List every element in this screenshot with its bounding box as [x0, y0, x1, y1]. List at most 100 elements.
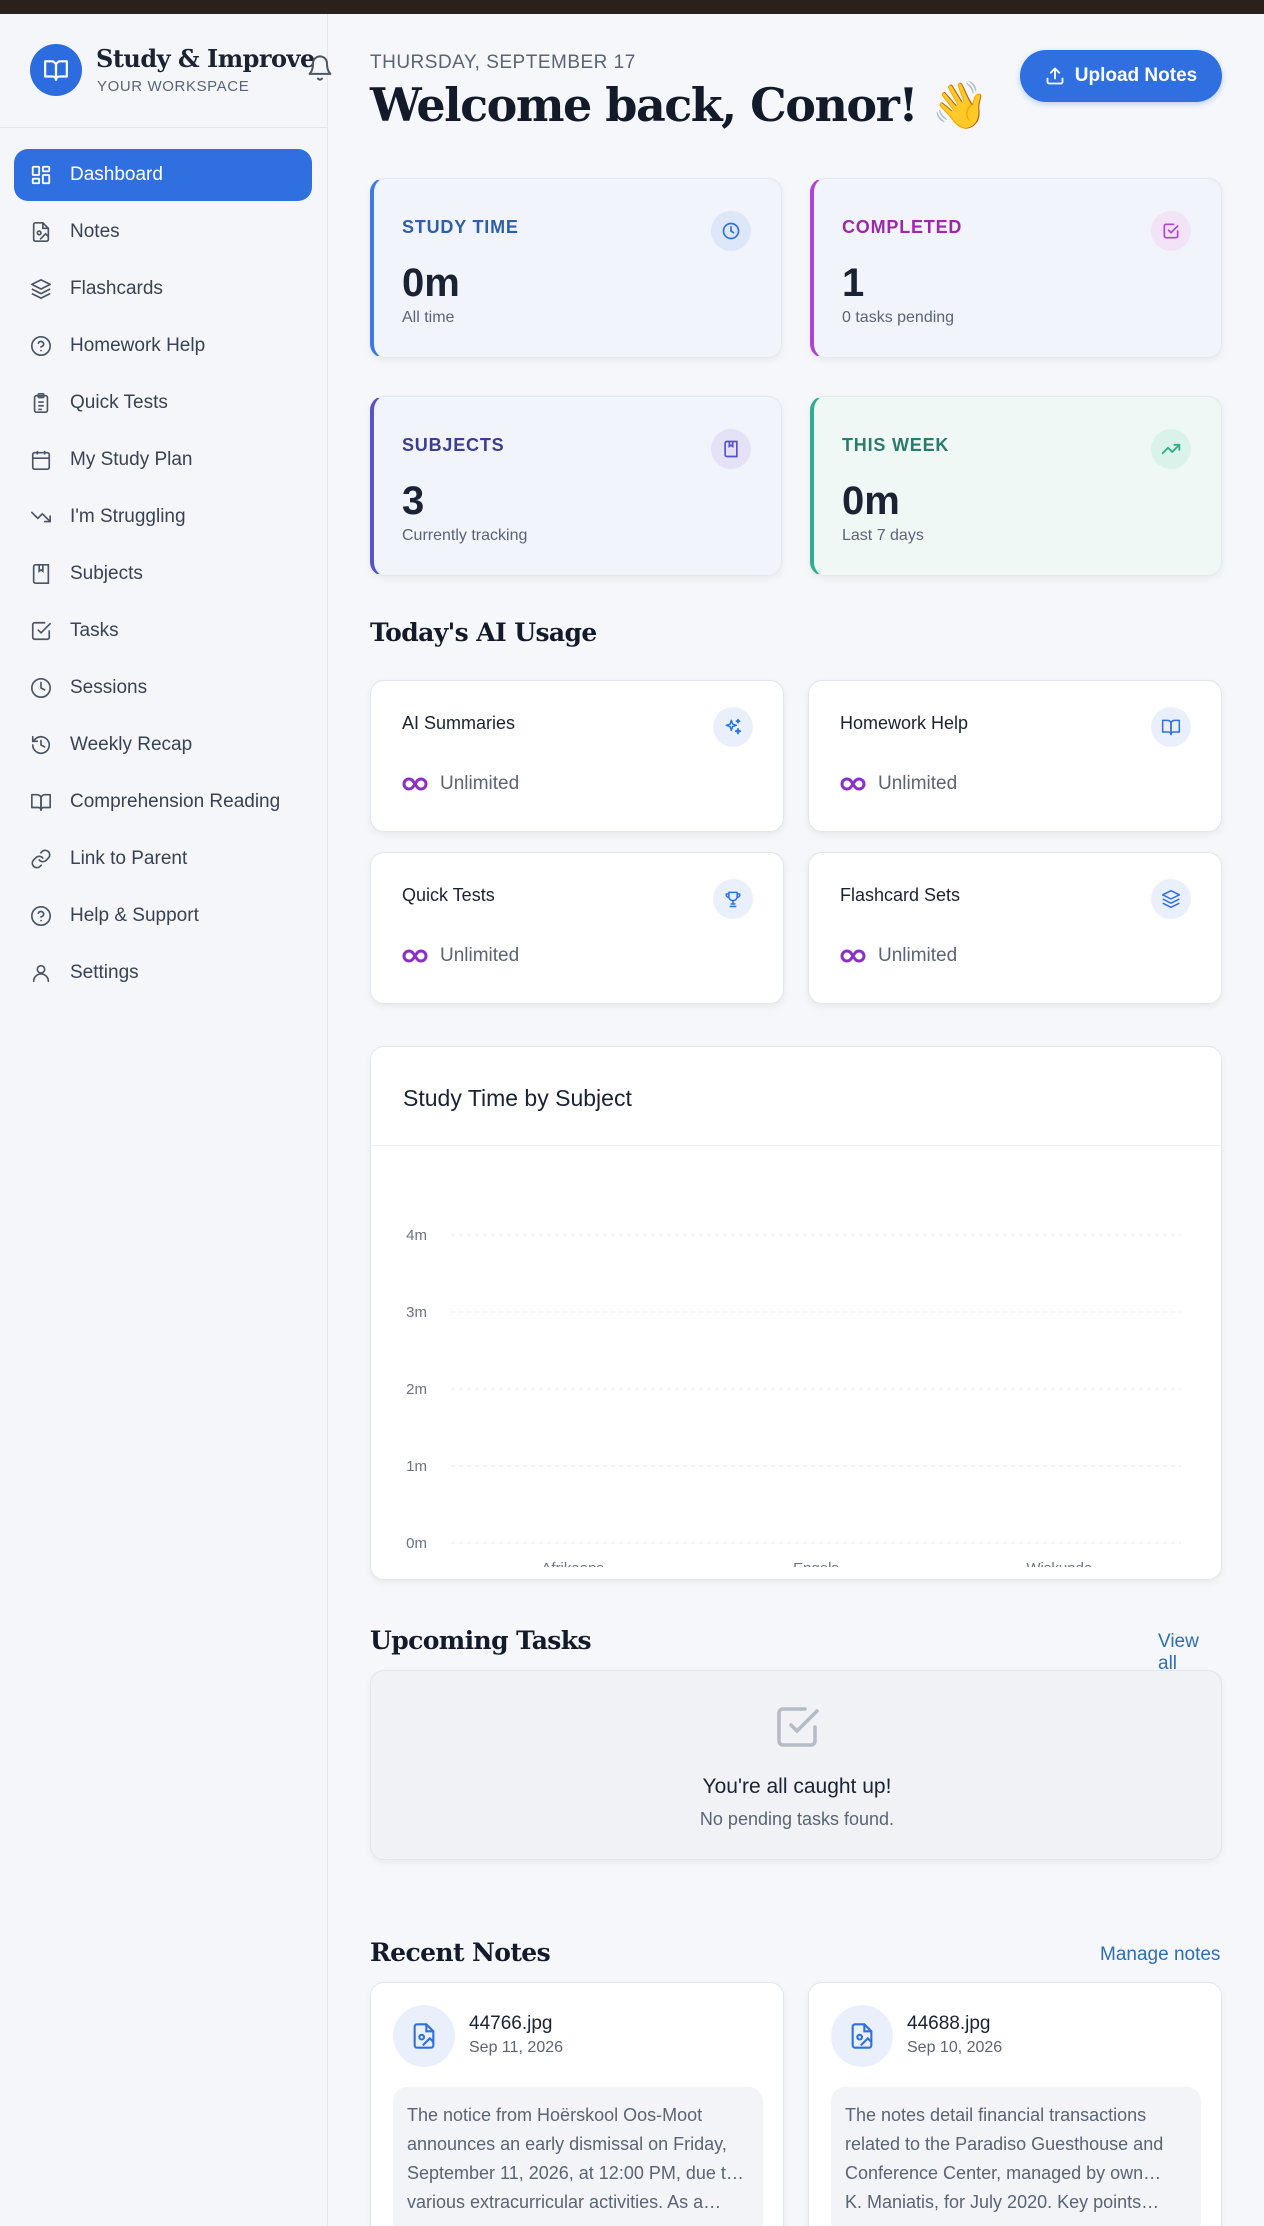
- manage-notes-link[interactable]: Manage notes: [1100, 1944, 1220, 1966]
- brand[interactable]: Study & Improve YOUR WORKSPACE: [28, 40, 318, 110]
- empty-subtitle: No pending tasks found.: [699, 1809, 895, 1829]
- infinity-icon: [402, 949, 428, 963]
- stat-value: 0m: [842, 479, 900, 523]
- note-preview-line: announces an early dismissal on Friday,: [407, 2134, 727, 2154]
- x-tick-label: Afrikaans: [541, 1560, 604, 1567]
- stat-label: STUDY TIME: [402, 217, 519, 237]
- sidebar-divider: [0, 127, 328, 128]
- sidebar-item-struggling[interactable]: I'm Struggling: [14, 491, 312, 543]
- stat-card-completed[interactable]: COMPLETED 1 0 tasks pending: [810, 178, 1222, 358]
- sidebar-item-label: Link to Parent: [70, 848, 188, 869]
- note-card[interactable]: 44766.jpg Sep 11, 2026 The notice from H…: [370, 1982, 784, 2226]
- stat-label: THIS WEEK: [842, 435, 950, 455]
- checkbox-icon: [773, 1703, 821, 1756]
- layers-icon: [28, 276, 54, 302]
- note-file-icon: [28, 219, 54, 245]
- infinity-icon: [840, 777, 866, 791]
- usage-value-text: Unlimited: [440, 945, 520, 966]
- usage-label: AI Summaries: [402, 713, 516, 733]
- sidebar-item-quick-tests[interactable]: Quick Tests: [14, 377, 312, 429]
- note-preview-line: various extracurricular activities. As a…: [407, 2192, 722, 2212]
- note-preview: The notes detail financial transactions …: [831, 2087, 1201, 2226]
- note-date: Sep 11, 2026: [469, 2039, 564, 2056]
- sidebar-item-help-support[interactable]: Help & Support: [14, 890, 312, 942]
- sidebar-item-dashboard[interactable]: Dashboard: [14, 149, 312, 201]
- y-tick-label: 0m: [406, 1535, 427, 1552]
- history-icon: [28, 732, 54, 758]
- usage-value: Unlimited: [402, 945, 519, 967]
- stat-value: 1: [842, 261, 865, 305]
- clock-icon: [28, 675, 54, 701]
- x-tick-label: Engels: [793, 1560, 839, 1567]
- note-preview-line: The notes detail financial transactions: [845, 2105, 1147, 2125]
- window-top-bar: [0, 0, 1264, 14]
- brand-subtitle: YOUR WORKSPACE: [97, 78, 250, 95]
- sidebar-item-subjects[interactable]: Subjects: [14, 548, 312, 600]
- upcoming-tasks-heading: Upcoming Tasks: [370, 1626, 592, 1655]
- sidebar-item-homework-help[interactable]: Homework Help: [14, 320, 312, 372]
- sidebar-item-link-to-parent[interactable]: Link to Parent: [14, 833, 312, 885]
- usage-label: Quick Tests: [402, 885, 495, 905]
- layers-icon: [1151, 879, 1191, 919]
- empty-title: You're all caught up!: [702, 1775, 892, 1798]
- welcome-heading: Welcome back, Conor! 👋: [370, 78, 989, 132]
- calendar-icon: [28, 447, 54, 473]
- sidebar-item-study-plan[interactable]: My Study Plan: [14, 434, 312, 486]
- note-card[interactable]: 44688.jpg Sep 10, 2026 The notes detail …: [808, 1982, 1222, 2226]
- sidebar-item-tasks[interactable]: Tasks: [14, 605, 312, 657]
- infinity-icon: [402, 777, 428, 791]
- stat-subtext: Currently tracking: [402, 527, 528, 544]
- check-square-icon: [1151, 211, 1191, 251]
- sidebar-item-notes[interactable]: Notes: [14, 206, 312, 258]
- open-book-logo-icon: [30, 44, 82, 96]
- note-preview-line: K. Maniatis, for July 2020. Key points…: [845, 2192, 1160, 2212]
- note-preview-line: related to the Paradiso Guesthouse and: [845, 2134, 1164, 2154]
- stat-card-study-time[interactable]: STUDY TIME 0m All time: [370, 178, 782, 358]
- sidebar-nav: Dashboard Notes Flashcards Homework Help…: [14, 149, 312, 1004]
- usage-card-ai-summaries[interactable]: AI Summaries Unlimited: [370, 680, 784, 832]
- sidebar-item-label: Subjects: [70, 563, 143, 584]
- sidebar-item-flashcards[interactable]: Flashcards: [14, 263, 312, 315]
- y-tick-label: 2m: [406, 1381, 427, 1398]
- sidebar-item-label: Weekly Recap: [70, 734, 193, 755]
- trending-up-icon: [1151, 429, 1191, 469]
- sidebar-item-comprehension-reading[interactable]: Comprehension Reading: [14, 776, 312, 828]
- usage-label: Flashcard Sets: [840, 885, 961, 905]
- clipboard-icon: [28, 390, 54, 416]
- note-date: Sep 10, 2026: [907, 2039, 1003, 2056]
- link-icon: [28, 846, 54, 872]
- usage-card-flashcard-sets[interactable]: Flashcard Sets Unlimited: [808, 852, 1222, 1004]
- infinity-icon: [840, 949, 866, 963]
- usage-card-quick-tests[interactable]: Quick Tests Unlimited: [370, 852, 784, 1004]
- note-preview-line: The notice from Hoërskool Oos-Moot: [407, 2105, 703, 2125]
- sidebar-item-label: Quick Tests: [70, 392, 168, 413]
- brand-title: Study & Improve: [96, 44, 315, 73]
- stat-card-this-week[interactable]: THIS WEEK 0m Last 7 days: [810, 396, 1222, 576]
- upload-notes-button[interactable]: Upload Notes: [1020, 50, 1222, 102]
- upload-icon: [1046, 67, 1064, 85]
- sidebar-item-label: Tasks: [70, 620, 119, 641]
- upload-notes-label: Upload Notes: [1074, 65, 1198, 86]
- study-time-chart-card: Study Time by Subject 0m 1m 2m 3m 4m Afrikaan…: [370, 1046, 1222, 1580]
- stat-card-subjects[interactable]: SUBJECTS 3 Currently tracking: [370, 396, 782, 576]
- sidebar-item-label: Help & Support: [70, 905, 199, 926]
- usage-value: Unlimited: [840, 945, 957, 967]
- usage-value-text: Unlimited: [878, 773, 958, 794]
- chart-divider: [371, 1145, 1221, 1146]
- sidebar-item-label: Sessions: [70, 677, 148, 698]
- note-preview: The notice from Hoërskool Oos-Moot annou…: [393, 2087, 763, 2226]
- sidebar-item-label: Dashboard: [70, 164, 163, 185]
- bell-icon[interactable]: [306, 54, 334, 82]
- usage-card-homework-help[interactable]: Homework Help Unlimited: [808, 680, 1222, 832]
- trophy-icon: [713, 879, 753, 919]
- sparkles-icon: [713, 707, 753, 747]
- sidebar-item-sessions[interactable]: Sessions: [14, 662, 312, 714]
- book-bookmark-icon: [711, 429, 751, 469]
- sidebar-item-weekly-recap[interactable]: Weekly Recap: [14, 719, 312, 771]
- sidebar-item-label: Notes: [70, 221, 120, 242]
- stat-subtext: Last 7 days: [842, 527, 924, 544]
- view-all-tasks-link[interactable]: View all: [1158, 1631, 1222, 1675]
- sidebar-item-label: Comprehension Reading: [70, 791, 281, 812]
- sidebar-item-settings[interactable]: Settings: [14, 947, 312, 999]
- stat-subtext: All time: [402, 309, 455, 326]
